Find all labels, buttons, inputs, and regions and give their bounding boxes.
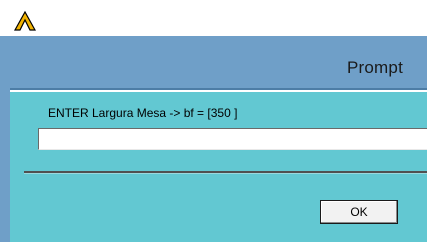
ok-button[interactable]: OK [320, 200, 398, 224]
divider [24, 171, 427, 174]
dialog-body: ENTER Largura Mesa -> bf = [350 ] OK [10, 92, 427, 242]
ansys-logo-icon [14, 10, 36, 31]
prompt-dialog: Prompt ENTER Largura Mesa -> bf = [350 ]… [0, 36, 427, 242]
app-header [0, 0, 427, 36]
dialog-title-bar[interactable]: Prompt [10, 50, 427, 90]
prompt-input[interactable] [38, 128, 427, 150]
dialog-title: Prompt [347, 58, 403, 77]
prompt-label: ENTER Largura Mesa -> bf = [350 ] [48, 106, 238, 120]
